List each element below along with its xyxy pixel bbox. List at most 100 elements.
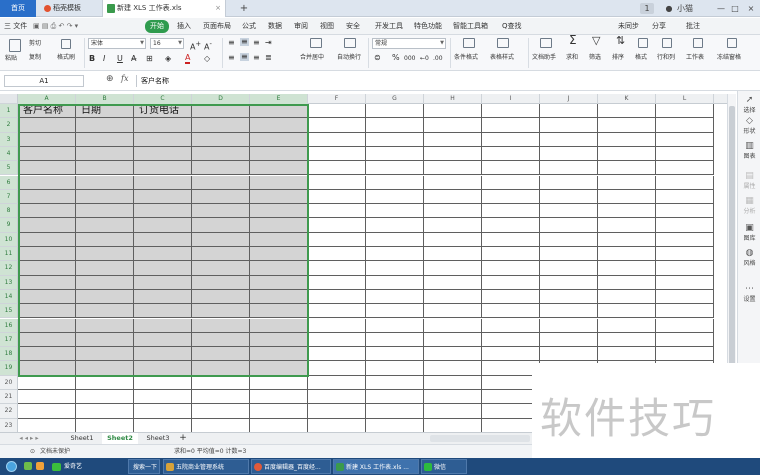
cell-b8[interactable] <box>76 204 134 219</box>
conditional-format-label[interactable]: 条件格式 <box>454 54 478 62</box>
cell-g8[interactable] <box>366 204 424 219</box>
cell-d15[interactable] <box>192 304 250 319</box>
cell-f2[interactable] <box>308 118 366 133</box>
row-header-6[interactable]: 6 <box>0 175 18 190</box>
cell-a1[interactable]: 客户名称 <box>18 104 76 119</box>
cell-j10[interactable] <box>540 232 598 247</box>
cell-l14[interactable] <box>656 289 714 305</box>
scrollbar-thumb[interactable] <box>729 106 735 386</box>
cell-i18[interactable] <box>482 347 540 362</box>
taskbar-wechat[interactable]: 微信 <box>421 459 467 474</box>
cell-i4[interactable] <box>482 146 540 162</box>
row-header-20[interactable]: 20 <box>0 375 18 390</box>
column-header-b[interactable]: B <box>76 94 134 104</box>
row-header-23[interactable]: 23 <box>0 418 18 432</box>
cell-f4[interactable] <box>308 146 366 162</box>
cell-b19[interactable] <box>76 361 134 376</box>
cell-e13[interactable] <box>250 275 308 290</box>
taskbar-search[interactable]: 搜索一下 <box>128 459 160 474</box>
cell-l9[interactable] <box>656 218 714 233</box>
cell-b21[interactable] <box>76 390 134 405</box>
taskbar-iqiyi[interactable]: 爱奇艺 <box>52 459 82 474</box>
cell-h16[interactable] <box>424 318 482 333</box>
cell-g4[interactable] <box>366 146 424 162</box>
cell-j2[interactable] <box>540 118 598 133</box>
cell-a13[interactable] <box>18 275 76 290</box>
worksheet-icon[interactable] <box>693 38 703 48</box>
cell-h6[interactable] <box>424 175 482 190</box>
tab-current-file[interactable]: 新建 XLS 工作表.xls × <box>102 0 226 17</box>
cell-l15[interactable] <box>656 304 714 319</box>
font-size-select[interactable]: 16 ▼ <box>150 38 184 49</box>
row-header-13[interactable]: 13 <box>0 275 18 290</box>
cell-g7[interactable] <box>366 189 424 205</box>
cell-c7[interactable] <box>134 189 192 205</box>
cell-d11[interactable] <box>192 247 250 262</box>
cell-i13[interactable] <box>482 275 540 290</box>
cell-i3[interactable] <box>482 132 540 147</box>
minimize-icon[interactable]: — <box>714 0 728 17</box>
row-col-icon[interactable] <box>662 38 672 48</box>
row-header-1[interactable]: 1 <box>0 104 18 119</box>
cell-e5[interactable] <box>250 161 308 176</box>
cell-g13[interactable] <box>366 275 424 290</box>
cell-g15[interactable] <box>366 304 424 319</box>
cell-c10[interactable] <box>134 232 192 247</box>
cell-k17[interactable] <box>598 332 656 348</box>
cell-j9[interactable] <box>540 218 598 233</box>
border-icon[interactable]: ⊞ <box>146 55 153 63</box>
start-button-icon[interactable] <box>6 461 17 472</box>
cell-h19[interactable] <box>424 361 482 376</box>
cell-c2[interactable] <box>134 118 192 133</box>
row-header-10[interactable]: 10 <box>0 232 18 247</box>
align-top-icon[interactable]: ≡ <box>228 39 235 47</box>
column-header-h[interactable]: H <box>424 94 482 104</box>
cell-b14[interactable] <box>76 289 134 305</box>
cell-i2[interactable] <box>482 118 540 133</box>
cell-d12[interactable] <box>192 261 250 276</box>
side-properties[interactable]: ▤ 属性 <box>738 171 760 190</box>
cell-k6[interactable] <box>598 175 656 190</box>
underline-button[interactable]: U <box>117 55 123 63</box>
cell-f12[interactable] <box>308 261 366 276</box>
cell-a12[interactable] <box>18 261 76 276</box>
cell-c15[interactable] <box>134 304 192 319</box>
cell-a22[interactable] <box>18 404 76 419</box>
sort-label[interactable]: 排序 <box>612 54 624 62</box>
cell-b9[interactable] <box>76 218 134 233</box>
quick-access-icons[interactable]: ▣ ▤ ⎙ ↶ ↷ ▾ <box>33 20 78 33</box>
side-gallery[interactable]: ▣ 图库 <box>738 223 760 242</box>
table-style-label[interactable]: 表格样式 <box>490 54 514 62</box>
align-bottom-icon[interactable]: ≡ <box>253 39 260 47</box>
column-header-a[interactable]: A <box>18 94 76 104</box>
cell-e18[interactable] <box>250 347 308 362</box>
cell-c23[interactable] <box>134 418 192 432</box>
cell-k8[interactable] <box>598 204 656 219</box>
cell-d16[interactable] <box>192 318 250 333</box>
cell-a3[interactable] <box>18 132 76 147</box>
row-col-label[interactable]: 行和列 <box>657 54 675 62</box>
row-header-9[interactable]: 9 <box>0 218 18 233</box>
doc-helper-label[interactable]: 文档助手 <box>532 54 556 62</box>
share-button[interactable]: 分享 <box>652 20 666 33</box>
cell-f17[interactable] <box>308 332 366 348</box>
row-header-16[interactable]: 16 <box>0 318 18 333</box>
cell-f18[interactable] <box>308 347 366 362</box>
cell-j15[interactable] <box>540 304 598 319</box>
cell-a14[interactable] <box>18 289 76 305</box>
cell-b6[interactable] <box>76 175 134 190</box>
cell-a7[interactable] <box>18 189 76 205</box>
cell-k11[interactable] <box>598 247 656 262</box>
cell-d9[interactable] <box>192 218 250 233</box>
cell-k7[interactable] <box>598 189 656 205</box>
cell-l6[interactable] <box>656 175 714 190</box>
cell-j16[interactable] <box>540 318 598 333</box>
add-sheet-button[interactable]: + <box>178 433 188 444</box>
cell-h3[interactable] <box>424 132 482 147</box>
cell-d7[interactable] <box>192 189 250 205</box>
cell-h1[interactable] <box>424 104 482 119</box>
sheet-tab-1[interactable]: Sheet1 <box>64 433 100 444</box>
cell-l12[interactable] <box>656 261 714 276</box>
strikethrough-icon[interactable]: A̶ <box>131 55 136 63</box>
cell-f15[interactable] <box>308 304 366 319</box>
